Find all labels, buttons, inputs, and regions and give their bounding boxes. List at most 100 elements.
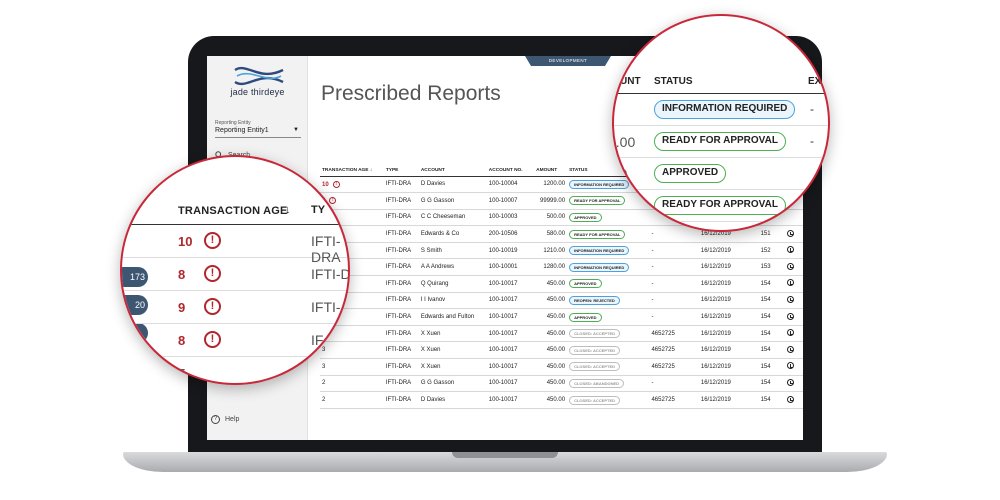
col-amount[interactable]: AMOUNT (534, 164, 568, 177)
type-cell: IFTI-DRA (383, 275, 419, 293)
zoom-type-header: TY (311, 204, 326, 216)
history-icon[interactable] (787, 329, 795, 337)
account-cell: D Davies (418, 176, 487, 194)
reference-cell: 4652725 (649, 358, 699, 376)
zoom-age-value: 7 (178, 366, 186, 381)
caret-down-icon: ▼ (293, 127, 299, 133)
table-row[interactable]: 2 IFTI-DRA G G Gasson 100-10017 450.00 CLOSED… (320, 375, 803, 393)
sort-down-icon: ↓ (285, 204, 291, 216)
col-account[interactable]: ACCOUNT (418, 164, 487, 177)
age-cell: 2 (320, 391, 384, 409)
id-cell: 154 (758, 308, 786, 326)
id-cell: 154 (758, 358, 786, 376)
jade-logo-icon (234, 66, 284, 86)
reference-cell: - (649, 258, 699, 277)
zoom-age-value: 10 (178, 234, 193, 249)
alert-icon: ! (332, 180, 340, 188)
id-cell: 154 (758, 325, 786, 343)
history-icon[interactable] (787, 312, 795, 320)
history-icon[interactable] (787, 262, 795, 270)
alert-icon: ! (329, 197, 337, 205)
reference-cell: 4652725 (649, 391, 699, 409)
type-cell: IFTI-DRA (383, 209, 419, 227)
id-cell: 153 (758, 258, 786, 277)
col-type[interactable]: TYPE (383, 164, 419, 177)
history-cell (785, 358, 803, 376)
zoom-status: UNT STATUS EX INFORMATION REQUIRED-9.00R… (612, 14, 830, 232)
status-cell: CLOSED: ACCEPTED (567, 325, 650, 343)
account-cell: I I Ivanov (418, 292, 487, 310)
date-cell: 16/12/2019 (698, 275, 759, 293)
amount-cell: 450.00 (534, 358, 568, 376)
account-cell: G G Gasson (418, 192, 487, 210)
amount-cell: 450.00 (534, 341, 568, 360)
history-icon[interactable] (787, 246, 795, 254)
help-nav-item[interactable]: ? Help (211, 415, 239, 424)
alert-icon: ! (204, 298, 221, 315)
account-no-cell: 100-10017 (486, 275, 535, 293)
environment-tab: DEVELOPMENT (525, 56, 611, 66)
amount-cell: 1280.00 (534, 258, 568, 277)
account-no-cell: 100-10017 (486, 308, 535, 326)
type-cell: IFTI-DRA (383, 292, 419, 310)
table-row[interactable]: 3 IFTI-DRA X Xuen 100-10017 450.00 CLOSED: AC… (320, 341, 803, 360)
history-icon[interactable] (787, 378, 795, 386)
col-transaction-age[interactable]: TRANSACTION AGE ↓ (320, 164, 384, 177)
history-cell (785, 275, 803, 293)
entity-select-value: Reporting Entity1 (215, 127, 269, 134)
amount-cell: 1200.00 (534, 176, 568, 194)
table-row[interactable]: IFTI-DRA S Smith 100-10019 1210.00 INFORMATI… (320, 242, 803, 260)
zoom-row: .00 APPROVED (614, 158, 828, 190)
amount-cell: 580.00 (534, 225, 568, 243)
entity-select[interactable]: Reporting Entity1 ▼ (215, 127, 301, 138)
reference-cell: 4652725 (649, 325, 699, 343)
zoom-row: 8! IF (122, 324, 348, 357)
zoom-age-value: 9 (178, 300, 186, 315)
table-row[interactable]: IFTI-DRA Q Quirang 100-10017 450.00 APPROVED… (320, 275, 803, 293)
history-icon[interactable] (787, 279, 795, 287)
reference-cell: - (649, 308, 699, 326)
type-cell: IFTI-DRA (383, 242, 419, 260)
status-badge: READY FOR APPROVAL (654, 196, 786, 215)
zoom-row: 9.00 READY FOR APPROVAL - (614, 126, 828, 158)
account-no-cell: 100-10017 (486, 325, 535, 343)
type-cell: IFTI-DRA (383, 258, 419, 277)
history-icon[interactable] (787, 229, 795, 237)
history-icon[interactable] (787, 345, 795, 353)
zoom-row: 8! IFTI-D (122, 258, 348, 291)
table-row[interactable]: IFTI-DRA A A Andrews 100-10001 1280.00 INFOR… (320, 258, 803, 277)
zoom-status-header: STATUS (654, 76, 693, 87)
id-cell: 154 (758, 375, 786, 393)
history-icon[interactable] (787, 362, 795, 370)
amount-cell: 450.00 (534, 292, 568, 310)
table-row[interactable]: IFTI-DRA Edwards and Fulton 100-10017 450.0… (320, 308, 803, 326)
logo-text: jade thirdeye (230, 87, 285, 97)
zoom-age-value: 8 (178, 267, 186, 282)
laptop-notch (452, 452, 558, 458)
history-icon[interactable] (787, 395, 795, 403)
table-row[interactable]: 3 IFTI-DRA X Xuen 100-10017 450.00 CLOSED: AC… (320, 358, 803, 376)
table-row[interactable]: IFTI-DRA X Xuen 100-10017 450.00 CLOSED: ACC… (320, 325, 803, 343)
status-cell: INFORMATION REQUIRED (567, 242, 650, 260)
status-badge: INFORMATION REQUIRED (569, 246, 630, 256)
date-cell: 16/12/2019 (698, 292, 759, 310)
status-badge: APPROVED (569, 212, 602, 222)
zoom-type-value: IFTI- (311, 299, 341, 315)
table-row[interactable]: IFTI-DRA I I Ivanov 100-10017 450.00 REOPEN:… (320, 292, 803, 310)
account-cell: S Smith (418, 242, 487, 260)
status-badge: CLOSED: ACCEPTED (569, 329, 621, 339)
date-cell: 16/12/2019 (698, 375, 759, 393)
amount-cell: 450.00 (534, 325, 568, 343)
stage: jade thirdeye Reporting Entity Reporting… (0, 0, 1000, 500)
help-icon: ? (211, 415, 220, 424)
history-icon[interactable] (787, 295, 795, 303)
zoom-amount-value: 9.00 (614, 134, 636, 150)
col-account-no[interactable]: ACCOUNT NO. (486, 164, 535, 177)
date-cell: 16/12/2019 (698, 242, 759, 260)
help-label: Help (225, 416, 240, 423)
status-badge: CLOSED: ACCEPTED (569, 362, 621, 372)
status-cell: APPROVED (567, 308, 650, 326)
account-cell: X Xuen (418, 341, 487, 360)
id-cell: 154 (758, 292, 786, 310)
table-row[interactable]: 2 IFTI-DRA D Davies 100-10017 450.00 CLOSED: … (320, 391, 803, 409)
